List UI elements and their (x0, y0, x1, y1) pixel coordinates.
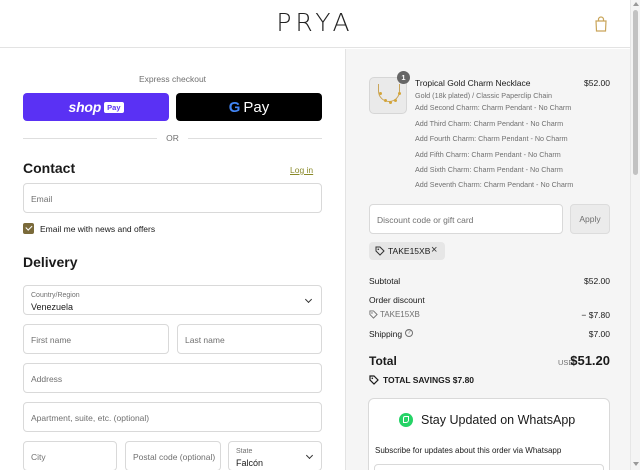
quantity-badge: 1 (397, 71, 410, 84)
apartment-placeholder: Apartment, suite, etc. (optional) (31, 413, 150, 423)
total-value: $51.20 (570, 353, 610, 368)
product-option: Add Sixth Charm: Charm Pendant - No Char… (415, 165, 563, 174)
city-placeholder: City (31, 452, 46, 462)
product-option: Add Third Charm: Charm Pendant - No Char… (415, 119, 564, 128)
last-name-field[interactable]: Last name (177, 324, 322, 354)
state-select[interactable]: State Falcón (228, 441, 322, 470)
newsletter-label: Email me with news and offers (40, 224, 156, 234)
product-option: Add Fifth Charm: Charm Pendant - No Char… (415, 150, 561, 159)
state-value: Falcón (236, 458, 264, 468)
newsletter-checkbox[interactable] (23, 223, 34, 234)
info-icon[interactable]: ? (405, 329, 413, 337)
charm-dot (384, 99, 387, 102)
postal-code-placeholder: Postal code (optional) (133, 452, 216, 462)
product-variant: Gold (18k plated) / Classic Paperclip Ch… (415, 91, 553, 100)
charm-dot (394, 99, 397, 102)
email-field[interactable]: Email (23, 183, 322, 213)
charm-dot (379, 92, 382, 95)
savings-label: TOTAL SAVINGS (383, 375, 451, 385)
page-scrollbar[interactable] (630, 0, 640, 470)
applied-discount-chip: TAKE15XB × (369, 242, 445, 260)
first-name-field[interactable]: First name (23, 324, 169, 354)
divider-right (188, 138, 322, 139)
shop-pay-badge: Pay (104, 101, 124, 113)
total-label: Total (369, 354, 397, 368)
express-checkout-label: Express checkout (138, 74, 207, 84)
shipping-label: Shipping (369, 329, 403, 339)
discount-code-input[interactable]: Discount code or gift card (369, 204, 563, 234)
shop-pay-wordmark: shop (68, 99, 102, 115)
order-discount-label: Order discount (369, 295, 425, 305)
site-header: PRYA (0, 0, 630, 48)
country-label: Country/Region (31, 292, 80, 299)
address-placeholder: Address (31, 374, 63, 384)
whatsapp-title: Stay Updated on WhatsApp (421, 413, 576, 427)
google-g-icon: G (228, 98, 241, 116)
chevron-down-icon (305, 451, 314, 460)
charm-dot (389, 101, 392, 104)
whatsapp-description: Subscribe for updates about this order v… (375, 446, 562, 455)
charm-dot (398, 92, 401, 95)
google-pay-button[interactable]: G Pay (176, 93, 322, 121)
tag-icon (369, 310, 378, 319)
product-price: $52.00 (584, 78, 610, 88)
order-summary: 1 Tropical Gold Charm Necklace $52.00 Go… (345, 49, 630, 470)
chevron-down-icon (304, 295, 313, 304)
postal-code-field[interactable]: Postal code (optional) (125, 441, 221, 470)
discount-placeholder: Discount code or gift card (377, 215, 474, 225)
google-pay-wordmark: Pay (243, 98, 270, 116)
remove-discount-icon[interactable]: × (431, 244, 437, 256)
total-savings: TOTAL SAVINGS $7.80 (383, 375, 474, 385)
apartment-field[interactable]: Apartment, suite, etc. (optional) (23, 402, 322, 432)
tag-icon (369, 375, 379, 385)
scroll-up-arrow-icon[interactable] (633, 2, 639, 6)
scrollbar-thumb[interactable] (633, 10, 638, 175)
first-name-placeholder: First name (31, 335, 72, 345)
shipping-value: $7.00 (588, 329, 610, 339)
city-field[interactable]: City (23, 441, 117, 470)
savings-value: $7.80 (452, 375, 475, 385)
state-label: State (236, 448, 253, 455)
last-name-placeholder: Last name (185, 335, 225, 345)
scroll-down-arrow-icon[interactable] (633, 462, 639, 466)
whatsapp-card: Stay Updated on WhatsApp Subscribe for u… (368, 398, 610, 470)
email-placeholder: Email (31, 194, 53, 204)
subtotal-value: $52.00 (584, 276, 610, 286)
discount-code-label: TAKE15XB (380, 310, 420, 319)
applied-code: TAKE15XB (388, 246, 431, 256)
apply-discount-button[interactable]: Apply (570, 204, 610, 234)
shopping-bag-icon[interactable] (594, 16, 608, 32)
whatsapp-phone-input[interactable] (374, 464, 604, 470)
store-logo[interactable]: PRYA (0, 8, 630, 37)
discount-amount: − $7.80 (581, 310, 610, 320)
product-option: Add Seventh Charm: Charm Pendant - No Ch… (415, 180, 574, 189)
product-option: Add Fourth Charm: Charm Pendant - No Cha… (415, 134, 568, 143)
country-value: Venezuela (31, 302, 74, 312)
log-in-link[interactable]: Log in (290, 165, 313, 175)
product-option: Add Second Charm: Charm Pendant - No Cha… (415, 103, 572, 112)
delivery-heading: Delivery (23, 254, 78, 270)
product-name: Tropical Gold Charm Necklace (415, 78, 531, 88)
shop-pay-button[interactable]: shop Pay (23, 93, 169, 121)
or-separator: OR (166, 133, 179, 143)
whatsapp-icon (399, 413, 413, 427)
divider-left (23, 138, 157, 139)
address-field[interactable]: Address (23, 363, 322, 393)
contact-heading: Contact (23, 160, 76, 176)
checkout-form: Express checkout shop Pay G Pay OR Conta… (0, 49, 345, 470)
subtotal-label: Subtotal (369, 276, 401, 286)
tag-icon (375, 246, 385, 256)
country-select[interactable]: Country/Region Venezuela (23, 285, 322, 315)
checkmark-icon (24, 223, 32, 231)
